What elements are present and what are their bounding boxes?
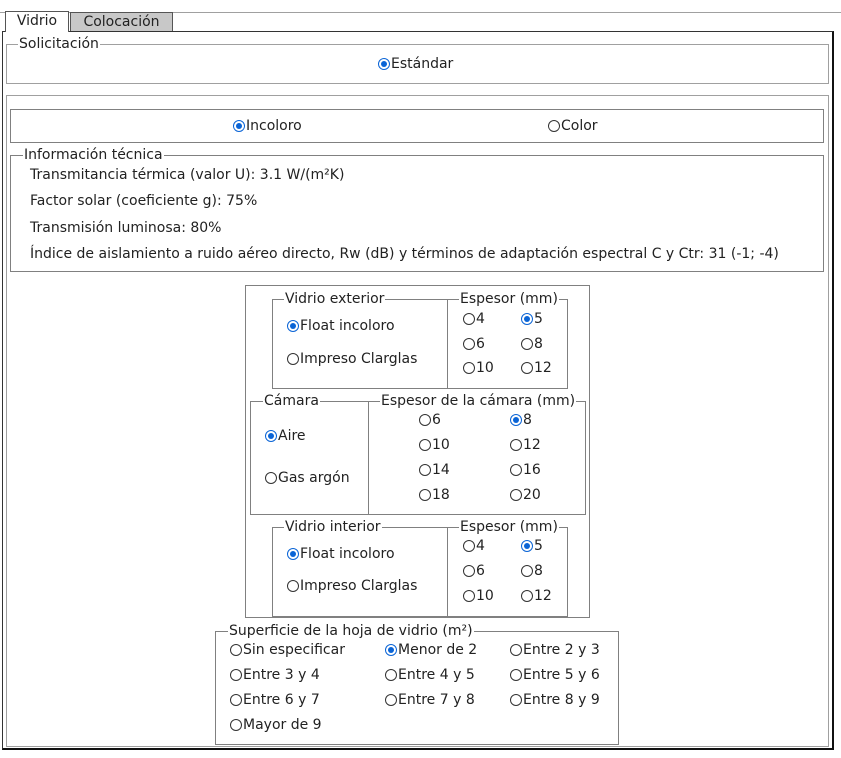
radio-ext-espesor-8[interactable]: 8 [521, 335, 543, 353]
radio-indicator [510, 439, 522, 451]
radio-indicator [419, 464, 431, 476]
radio-sup-entre-5-y-6[interactable]: Entre 5 y 6 [510, 666, 600, 684]
radio-camara-espesor-12[interactable]: 12 [510, 436, 541, 454]
radio-camara-espesor-14[interactable]: 14 [419, 461, 450, 479]
radio-sup-entre-3-y-4[interactable]: Entre 3 y 4 [230, 666, 320, 684]
radio-ext-float-incoloro[interactable]: Float incoloro [287, 317, 395, 335]
radio-indicator [463, 338, 475, 350]
radio-indicator [378, 58, 390, 70]
radio-indicator [521, 590, 533, 602]
radio-camara-espesor-10[interactable]: 10 [419, 436, 450, 454]
radio-indicator [521, 540, 533, 552]
radio-ext-espesor-4[interactable]: 4 [463, 310, 485, 328]
radio-indicator [385, 694, 397, 706]
radio-indicator [521, 338, 533, 350]
radio-indicator [230, 669, 242, 681]
camara-legend: Cámara [263, 393, 320, 409]
info-transmision: Transmisión luminosa: 80% [30, 220, 222, 236]
radio-camara-espesor-16[interactable]: 16 [510, 461, 541, 479]
radio-indicator [385, 644, 397, 656]
superficie-legend: Superficie de la hoja de vidrio (m²) [228, 623, 474, 639]
radio-sup-entre-7-y-8[interactable]: Entre 7 y 8 [385, 691, 475, 709]
radio-ext-espesor-10[interactable]: 10 [463, 359, 494, 377]
radio-indicator [463, 313, 475, 325]
radio-camara-gas-argon[interactable]: Gas argón [265, 469, 350, 487]
radio-int-espesor-12[interactable]: 12 [521, 587, 552, 605]
radio-int-float-incoloro[interactable]: Float incoloro [287, 545, 395, 563]
color-group [10, 109, 824, 143]
info-tecnica-legend: Información técnica [23, 147, 164, 163]
radio-indicator [287, 353, 299, 365]
radio-indicator [463, 540, 475, 552]
vidrio-exterior-legend: Vidrio exterior [284, 291, 386, 307]
radio-camara-espesor-20[interactable]: 20 [510, 486, 541, 504]
radio-sup-menor-de-2[interactable]: Menor de 2 [385, 641, 477, 659]
info-aislamiento: Índice de aislamiento a ruido aéreo dire… [30, 246, 779, 262]
radio-indicator [265, 472, 277, 484]
radio-camara-espesor-6[interactable]: 6 [419, 411, 441, 429]
radio-indicator [419, 439, 431, 451]
radio-sup-entre-2-y-3[interactable]: Entre 2 y 3 [510, 641, 600, 659]
radio-indicator [385, 669, 397, 681]
radio-indicator [419, 489, 431, 501]
radio-camara-aire[interactable]: Aire [265, 427, 306, 445]
radio-indicator [510, 464, 522, 476]
radio-indicator [521, 362, 533, 374]
radio-ext-impreso-clarglas[interactable]: Impreso Clarglas [287, 350, 417, 368]
radio-indicator [510, 489, 522, 501]
radio-estandar[interactable]: Estándar [378, 55, 453, 73]
radio-indicator [510, 669, 522, 681]
radio-indicator [230, 719, 242, 731]
radio-int-espesor-5[interactable]: 5 [521, 537, 543, 555]
vidrio-interior-legend: Vidrio interior [284, 519, 382, 535]
radio-sup-mayor-de-9[interactable]: Mayor de 9 [230, 716, 322, 734]
solicitacion-legend: Solicitación [18, 36, 100, 52]
radio-int-espesor-4[interactable]: 4 [463, 537, 485, 555]
radio-int-espesor-10[interactable]: 10 [463, 587, 494, 605]
radio-indicator [287, 320, 299, 332]
radio-indicator [419, 414, 431, 426]
radio-int-espesor-6[interactable]: 6 [463, 562, 485, 580]
tab-vidrio[interactable]: Vidrio [5, 11, 69, 32]
radio-indicator [510, 694, 522, 706]
radio-indicator [233, 120, 245, 132]
camara-group [250, 401, 369, 515]
tab-colocacion[interactable]: Colocación [70, 12, 173, 31]
radio-indicator [548, 120, 560, 132]
radio-int-espesor-8[interactable]: 8 [521, 562, 543, 580]
radio-indicator [463, 590, 475, 602]
radio-indicator [463, 362, 475, 374]
radio-ext-espesor-6[interactable]: 6 [463, 335, 485, 353]
radio-indicator [510, 644, 522, 656]
radio-ext-espesor-12[interactable]: 12 [521, 359, 552, 377]
radio-indicator [230, 694, 242, 706]
vidrio-interior-group [272, 527, 448, 617]
radio-indicator [521, 565, 533, 577]
info-factor-solar: Factor solar (coeficiente g): 75% [30, 193, 258, 209]
radio-int-impreso-clarglas[interactable]: Impreso Clarglas [287, 577, 417, 595]
espesor-camara-group [368, 401, 586, 515]
radio-ext-espesor-5[interactable]: 5 [521, 310, 543, 328]
radio-sup-entre-6-y-7[interactable]: Entre 6 y 7 [230, 691, 320, 709]
espesor-int-legend: Espesor (mm) [459, 519, 559, 535]
espesor-ext-legend: Espesor (mm) [459, 291, 559, 307]
radio-incoloro[interactable]: Incoloro [233, 117, 302, 135]
radio-indicator [521, 313, 533, 325]
radio-indicator [287, 548, 299, 560]
radio-camara-espesor-18[interactable]: 18 [419, 486, 450, 504]
radio-indicator [230, 644, 242, 656]
radio-color[interactable]: Color [548, 117, 598, 135]
radio-camara-espesor-8[interactable]: 8 [510, 411, 532, 429]
radio-indicator [287, 580, 299, 592]
radio-indicator [463, 565, 475, 577]
radio-sup-entre-4-y-5[interactable]: Entre 4 y 5 [385, 666, 475, 684]
radio-indicator [265, 430, 277, 442]
radio-sup-entre-8-y-9[interactable]: Entre 8 y 9 [510, 691, 600, 709]
espesor-camara-legend: Espesor de la cámara (mm) [380, 393, 577, 409]
radio-sup-sin-especificar[interactable]: Sin especificar [230, 641, 345, 659]
vidrio-exterior-group [272, 299, 448, 389]
radio-indicator [510, 414, 522, 426]
info-transmitancia: Transmitancia térmica (valor U): 3.1 W/(… [30, 167, 345, 183]
